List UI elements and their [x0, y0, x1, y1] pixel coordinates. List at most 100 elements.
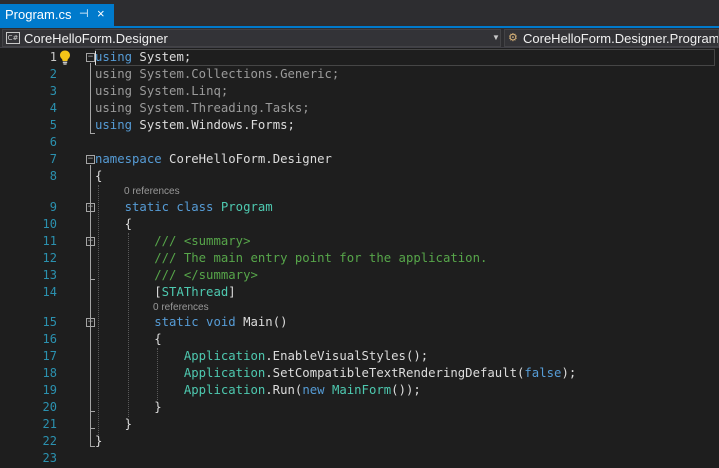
lightbulb-icon[interactable] [58, 49, 72, 66]
type-dropdown-label: CoreHelloForm.Designer.Program [523, 31, 719, 46]
code-line: { [95, 169, 103, 183]
fold-icon[interactable]: − [86, 237, 95, 246]
line-number: 7 [49, 152, 57, 166]
code-line: } [95, 417, 133, 431]
fold-icon[interactable]: − [86, 53, 95, 62]
keyword: using [95, 67, 133, 81]
code-text: Main() [235, 315, 288, 329]
code-text: System.Threading.Tasks; [132, 101, 310, 115]
keyword: using [95, 84, 133, 98]
code-line: using System.Threading.Tasks; [95, 100, 310, 117]
code-line: Application.Run(new MainForm()); [95, 382, 421, 399]
line-number: 23 [42, 451, 57, 465]
code-editor[interactable]: 1 2 3 4 5 6 7 8 9 10 11 12 13 14 15 16 1… [0, 49, 719, 468]
line-number: 11 [42, 234, 57, 248]
line-number: 16 [42, 332, 57, 346]
tab-label: Program.cs [5, 7, 72, 22]
line-number: 15 [42, 315, 57, 329]
codelens-references[interactable]: 0 references [124, 186, 180, 197]
line-number: 8 [49, 169, 57, 183]
code-text: .SetCompatibleTextRenderingDefault( [265, 366, 525, 380]
line-number: 19 [42, 383, 57, 397]
line-number: 9 [49, 200, 57, 214]
code-line: /// The main entry point for the applica… [95, 251, 488, 265]
fold-icon[interactable]: − [86, 155, 95, 164]
keyword: using [95, 118, 133, 132]
class-icon: ⚙ [508, 32, 518, 44]
line-number: 5 [49, 118, 57, 132]
line-number: 14 [42, 285, 57, 299]
keyword: static void [95, 315, 236, 329]
project-dropdown[interactable]: C# CoreHelloForm.Designer ▼ [2, 29, 501, 47]
code-line: /// <summary> [95, 234, 251, 248]
code-text: System.Linq; [132, 84, 229, 98]
dropdown-arrow-icon[interactable]: ▼ [492, 33, 500, 42]
line-number: 1 [49, 50, 57, 64]
code-line: Application.EnableVisualStyles(); [95, 348, 428, 365]
code-line: Application.SetCompatibleTextRenderingDe… [95, 365, 576, 382]
navigation-bar: C# CoreHelloForm.Designer ▼ ⚙ CoreHelloF… [0, 28, 719, 48]
code-line: using System; [95, 49, 191, 66]
code-text: ] [228, 285, 236, 299]
keyword: static class [95, 200, 214, 214]
type-name: Program [213, 200, 273, 214]
type-name: Application [183, 383, 266, 397]
code-line: { [95, 217, 133, 231]
type-dropdown[interactable]: ⚙ CoreHelloForm.Designer.Program [504, 29, 719, 47]
line-number: 10 [42, 217, 57, 231]
code-line: static void Main() [95, 314, 288, 331]
code-text: CoreHelloForm.Designer [161, 152, 332, 166]
codelens-references[interactable]: 0 references [153, 302, 209, 313]
line-number: 18 [42, 366, 57, 380]
csharp-file-icon: C# [6, 32, 20, 44]
fold-guide [90, 63, 91, 134]
fold-icon[interactable]: − [86, 203, 95, 212]
type-name: Application [183, 366, 266, 380]
code-text: .Run( [265, 383, 303, 397]
code-text: System.Windows.Forms; [132, 118, 295, 132]
project-dropdown-label: CoreHelloForm.Designer [24, 31, 168, 46]
keyword: false [524, 366, 562, 380]
code-line: using System.Linq; [95, 83, 228, 100]
type-name: STAThread [161, 285, 229, 299]
keyword: using [95, 50, 133, 64]
line-number: 12 [42, 251, 57, 265]
fold-icon[interactable]: − [86, 318, 95, 327]
close-icon[interactable]: × [97, 6, 105, 21]
line-number: 2 [49, 67, 57, 81]
tab-program-cs[interactable]: Program.cs ⊣ × [0, 4, 114, 26]
code-line: /// </summary> [95, 268, 258, 282]
pin-icon[interactable]: ⊣ [79, 7, 89, 20]
line-number: 4 [49, 101, 57, 115]
keyword: new [302, 383, 325, 397]
code-text: System; [132, 50, 192, 64]
code-line: } [95, 434, 103, 448]
line-number: 17 [42, 349, 57, 363]
line-number: 20 [42, 400, 57, 414]
line-number: 13 [42, 268, 57, 282]
code-line: [STAThread] [95, 284, 236, 301]
code-line: namespace CoreHelloForm.Designer [95, 151, 332, 168]
code-text: ()); [391, 383, 421, 397]
code-line: } [95, 400, 162, 414]
type-name: Application [183, 349, 266, 363]
code-line: using System.Collections.Generic; [95, 66, 339, 83]
code-text: .EnableVisualStyles(); [265, 349, 429, 363]
code-line: using System.Windows.Forms; [95, 117, 295, 134]
line-number: 6 [49, 135, 57, 149]
line-number: 3 [49, 84, 57, 98]
keyword: using [95, 101, 133, 115]
line-number: 21 [42, 417, 57, 431]
keyword: namespace [95, 152, 162, 166]
line-number: 22 [42, 434, 57, 448]
document-tab-strip: Program.cs ⊣ × [0, 0, 719, 26]
code-line: static class Program [95, 199, 273, 216]
code-text: ); [561, 366, 577, 380]
code-text: System.Collections.Generic; [132, 67, 340, 81]
type-name: MainForm [331, 383, 392, 397]
code-text: [ [95, 285, 162, 299]
